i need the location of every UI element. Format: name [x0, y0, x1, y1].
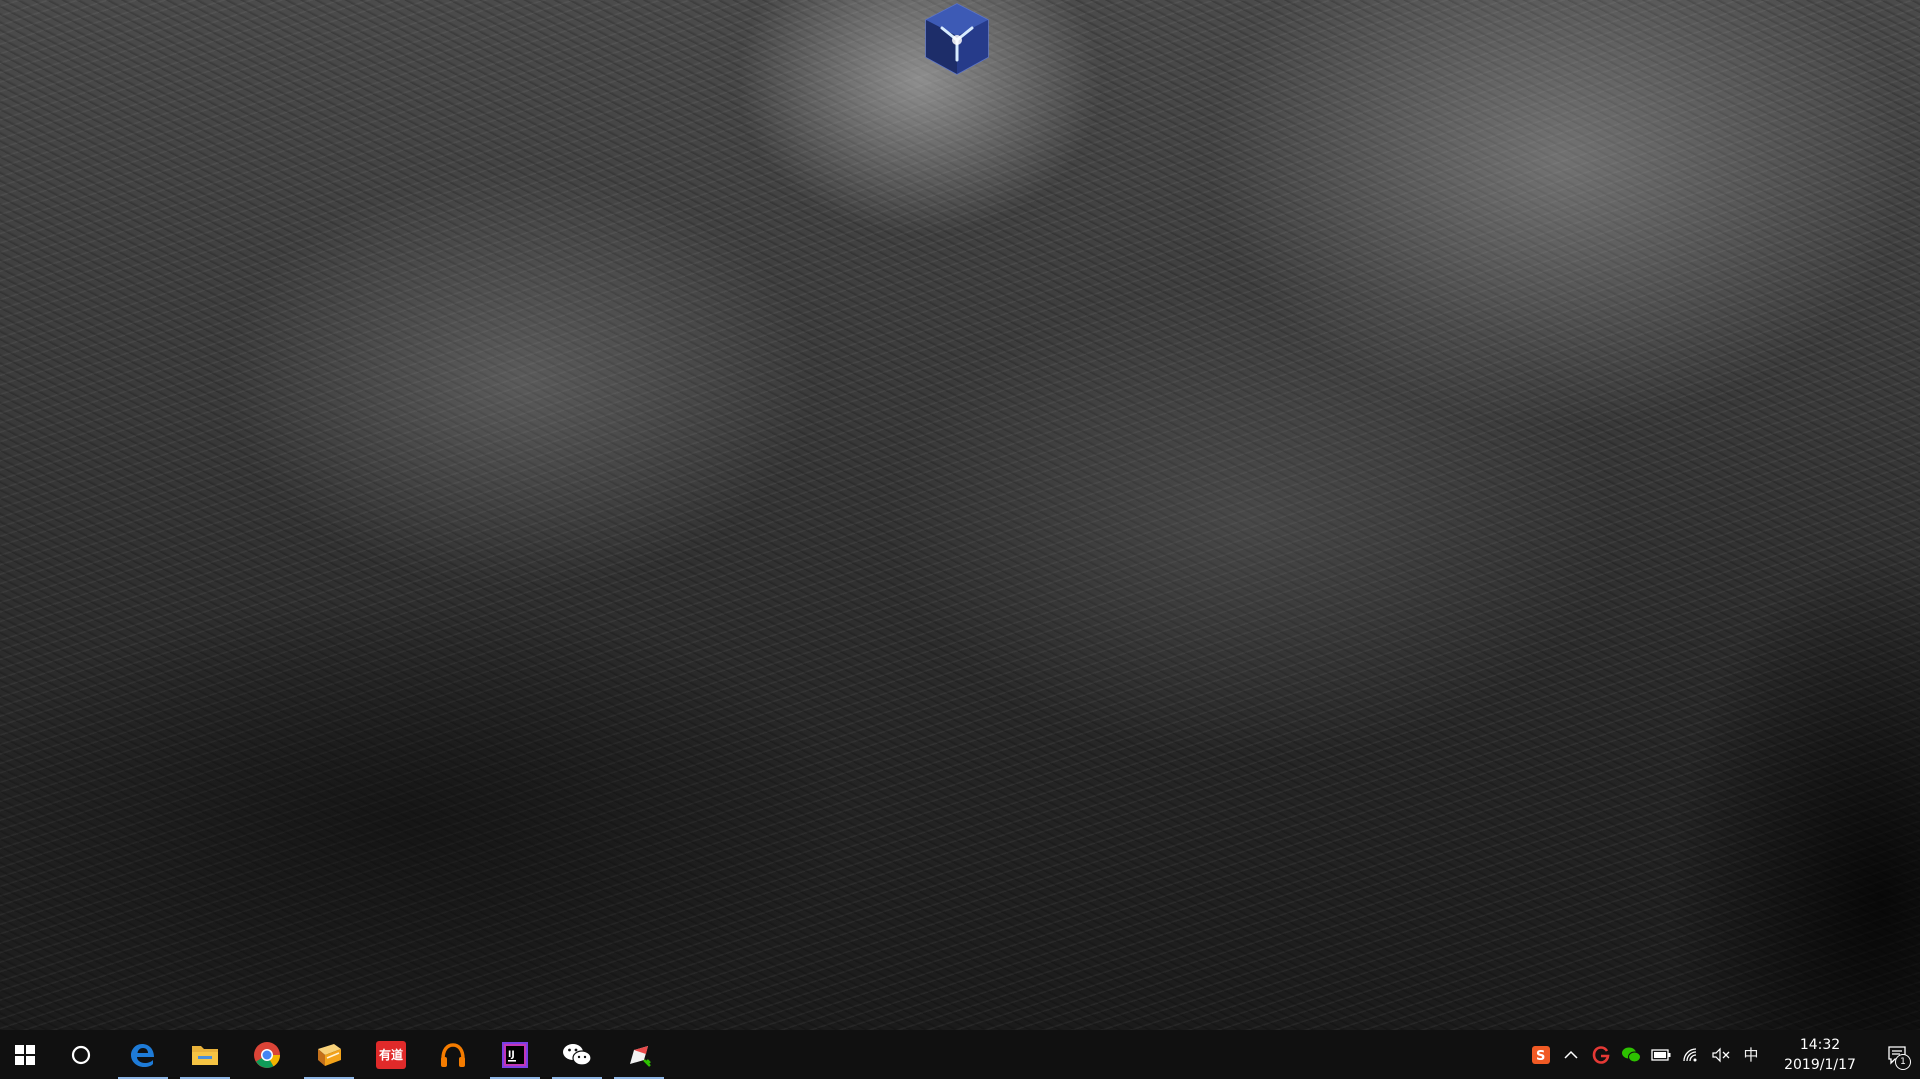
tray-volume[interactable] [1706, 1030, 1736, 1079]
intellij-icon: IJ [502, 1041, 528, 1068]
chevron-up-icon [1564, 1050, 1578, 1059]
taskbar-app-edge[interactable] [112, 1030, 174, 1079]
taskbar-spacer [670, 1030, 1526, 1079]
pencil-note-icon [630, 1045, 651, 1067]
headphones-icon [441, 1042, 465, 1067]
chrome-icon [254, 1041, 281, 1068]
tray-ime-indicator[interactable]: 中 [1736, 1030, 1766, 1079]
tray-clock[interactable]: 14:32 2019/1/17 [1772, 1030, 1868, 1079]
taskbar-app-wechat[interactable] [546, 1030, 608, 1079]
wechat-icon [563, 1043, 592, 1066]
cortana-circle-icon [71, 1045, 91, 1064]
taskbar-app-note[interactable] [608, 1030, 670, 1079]
system-tray: S 中 14:32 2019/1/17 1 [1526, 1030, 1920, 1079]
taskbar: 有道 IJ S 中 14:32 2019/1/17 1 [0, 1030, 1920, 1079]
folder-icon [192, 1045, 218, 1065]
volume-muted-icon [1712, 1047, 1730, 1062]
3d-cube-app-icon[interactable] [922, 2, 992, 76]
taskbar-app-intellij[interactable]: IJ [484, 1030, 546, 1079]
start-button[interactable] [0, 1030, 50, 1079]
tray-show-hidden-button[interactable] [1556, 1030, 1586, 1079]
svg-text:IJ: IJ [508, 1050, 515, 1060]
taskbar-app-file-explorer[interactable] [174, 1030, 236, 1079]
g-logo-icon [1592, 1045, 1610, 1064]
desktop [0, 0, 1920, 1030]
youdao-icon-text: 有道 [378, 1048, 403, 1062]
tray-sogou[interactable]: S [1526, 1030, 1556, 1079]
taskbar-app-chrome[interactable] [236, 1030, 298, 1079]
notification-count-badge: 1 [1895, 1054, 1911, 1070]
cortana-search-button[interactable] [50, 1030, 112, 1079]
taskbar-app-notebook[interactable] [298, 1030, 360, 1079]
wifi-icon [1683, 1047, 1697, 1061]
tray-wifi[interactable] [1676, 1030, 1706, 1079]
tray-battery[interactable] [1646, 1030, 1676, 1079]
taskbar-app-youdao[interactable]: 有道 [360, 1030, 422, 1079]
tray-wechat[interactable] [1616, 1030, 1646, 1079]
edge-icon [131, 1043, 154, 1067]
tray-g-app[interactable] [1586, 1030, 1616, 1079]
action-center-button[interactable]: 1 [1874, 1030, 1920, 1079]
battery-icon [1651, 1048, 1671, 1061]
taskbar-app-headphones[interactable] [422, 1030, 484, 1079]
youdao-icon: 有道 [376, 1040, 406, 1069]
book-icon [318, 1043, 341, 1066]
wechat-tray-icon [1622, 1047, 1641, 1062]
clock-date: 2019/1/17 [1784, 1056, 1856, 1073]
sogou-s-icon: S [1532, 1045, 1550, 1064]
svg-text:S: S [1536, 1049, 1545, 1064]
windows-logo-icon [15, 1044, 35, 1065]
clock-time: 14:32 [1799, 1036, 1841, 1053]
